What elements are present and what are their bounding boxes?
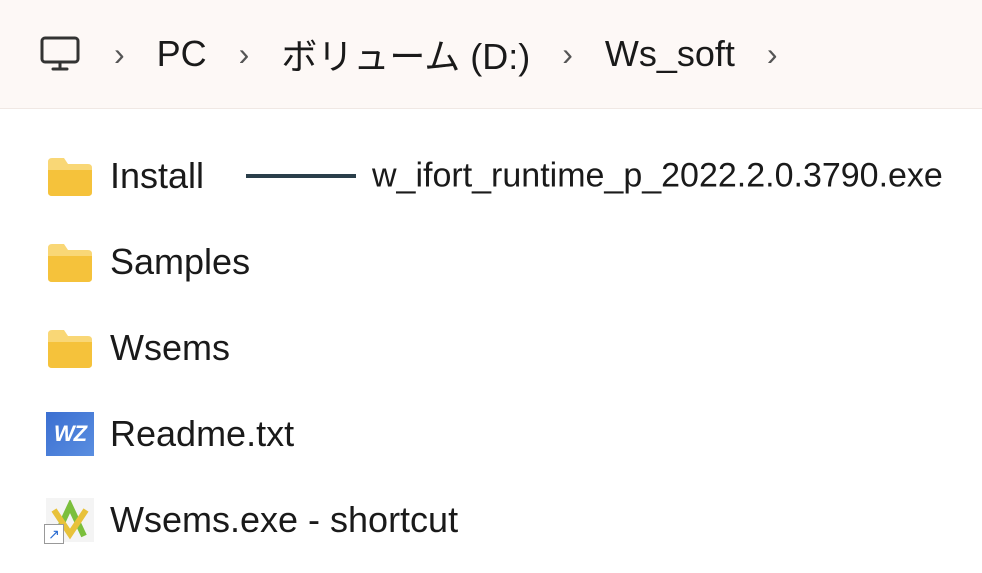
chevron-right-icon[interactable]: › <box>767 36 778 73</box>
wz-app-icon: WZ <box>46 412 94 456</box>
file-name: Install <box>110 155 204 197</box>
breadcrumb-item-wssoft[interactable]: Ws_soft <box>605 33 735 75</box>
annotation-label: w_ifort_runtime_p_2022.2.0.3790.exe <box>372 157 943 196</box>
folder-icon <box>46 242 94 282</box>
annotation-connector <box>246 174 356 178</box>
file-list: Install w_ifort_runtime_p_2022.2.0.3790.… <box>0 109 982 563</box>
list-item[interactable]: Samples <box>46 219 982 305</box>
file-name: Wsems <box>110 327 230 369</box>
file-name: Wsems.exe - shortcut <box>110 499 458 541</box>
breadcrumb: › PC › ボリューム (D:) › Ws_soft › <box>0 0 982 109</box>
list-item[interactable]: ↗ Wsems.exe - shortcut <box>46 477 982 563</box>
breadcrumb-item-volume[interactable]: ボリューム (D:) <box>281 28 530 80</box>
chevron-right-icon[interactable]: › <box>114 36 125 73</box>
list-item[interactable]: Wsems <box>46 305 982 391</box>
shortcut-icon: ↗ <box>46 498 94 542</box>
list-item[interactable]: Install w_ifort_runtime_p_2022.2.0.3790.… <box>46 133 982 219</box>
breadcrumb-item-pc[interactable]: PC <box>157 33 207 75</box>
folder-icon <box>46 328 94 368</box>
file-name: Readme.txt <box>110 413 294 455</box>
file-name: Samples <box>110 241 250 283</box>
chevron-right-icon[interactable]: › <box>239 36 250 73</box>
folder-icon <box>46 156 94 196</box>
shortcut-arrow-icon: ↗ <box>44 524 64 544</box>
list-item[interactable]: WZ Readme.txt <box>46 391 982 477</box>
chevron-right-icon[interactable]: › <box>562 36 573 73</box>
pc-icon[interactable] <box>38 34 82 74</box>
